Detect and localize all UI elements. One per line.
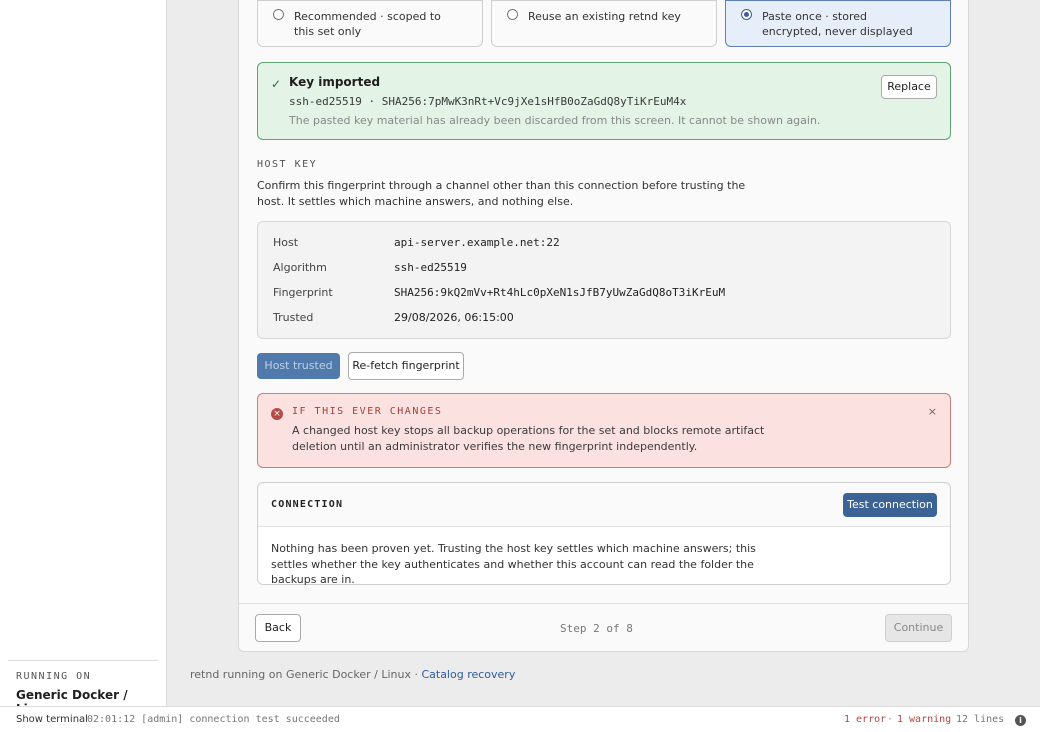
key-imported-note: The pasted key material has already been… [289, 114, 821, 127]
error-icon: × [271, 408, 283, 420]
alert-body: A changed host key stops all backup oper… [292, 424, 765, 453]
algorithm-value: ssh-ed25519 [394, 261, 467, 274]
key-option-recommended[interactable]: Recommended · scoped to this set only [257, 0, 483, 47]
connection-panel: CONNECTION Test connection Nothing has b… [257, 482, 951, 586]
step-indicator: Step 2 of 8 [560, 622, 633, 635]
error-count[interactable]: 1 error [844, 714, 886, 725]
trusted-value: 29/08/2026, 06:15:00 [394, 311, 514, 324]
continue-button[interactable]: Continue [885, 614, 952, 642]
back-button[interactable]: Back [255, 614, 301, 642]
connection-header: CONNECTION Test connection [258, 483, 950, 527]
alert-title: IF THIS EVER CHANGES [292, 406, 443, 417]
host-key-change-alert: × IF THIS EVER CHANGES A changed host ke… [257, 393, 951, 468]
host-key-section-label: HOST KEY [257, 159, 318, 170]
replace-button[interactable]: Replace [881, 75, 937, 99]
radio-button[interactable] [507, 9, 518, 20]
sidebar-divider [8, 660, 158, 661]
fingerprint-value: SHA256:9kQ2mVv+Rt4hLc0pXeN1sJfB7yUwZaGdQ… [394, 286, 726, 299]
test-connection-button[interactable]: Test connection [843, 493, 937, 517]
key-imported-banner: ✓ Key imported ssh-ed25519 · SHA256:7pMw… [257, 62, 951, 140]
host-key-description: Confirm this fingerprint through a chann… [257, 179, 746, 208]
connection-body: Nothing has been proven yet. Trusting th… [271, 542, 756, 586]
host-key-details: Host api-server.example.net:22 Algorithm… [257, 221, 951, 339]
run-status-text: retnd running on Generic Docker / Linux … [190, 668, 422, 681]
check-icon: ✓ [271, 77, 282, 91]
key-imported-title: Key imported [289, 75, 381, 89]
trusted-label: Trusted [273, 311, 314, 324]
key-option-paste[interactable]: Paste once · stored encrypted, never dis… [725, 0, 951, 47]
sidebar: RUNNING ON Generic Docker / Linux [0, 0, 167, 716]
key-option-label: Reuse an existing retnd key [528, 10, 681, 23]
connection-label: CONNECTION [271, 499, 344, 510]
catalog-recovery-link[interactable]: Catalog recovery [421, 668, 515, 681]
refetch-fingerprint-button[interactable]: Re-fetch fingerprint [348, 352, 464, 380]
key-fingerprint: ssh-ed25519 · SHA256:7pMwK3nRt+Vc9jXe1sH… [289, 95, 687, 108]
line-count: 12 lines [956, 714, 1005, 725]
key-option-label: Paste once · stored encrypted, never dis… [762, 10, 913, 38]
status-separator: · [887, 714, 894, 725]
warning-count[interactable]: 1 warning [897, 714, 951, 725]
run-status-line: retnd running on Generic Docker / Linux … [190, 668, 515, 681]
status-log: 02:01:12 [admin] connection test succeed… [87, 714, 340, 725]
status-bar: Show terminal 02:01:12 [admin] connectio… [0, 706, 1040, 732]
close-icon[interactable]: × [928, 405, 937, 418]
show-terminal-button[interactable]: Show terminal [16, 714, 88, 725]
key-option-reuse[interactable]: Reuse an existing retnd key [491, 0, 717, 47]
host-label: Host [273, 236, 299, 249]
running-on-label: RUNNING ON [16, 671, 92, 682]
radio-button[interactable] [273, 9, 284, 20]
key-option-label: Recommended · scoped to this set only [294, 10, 441, 38]
algorithm-label: Algorithm [273, 261, 327, 274]
info-icon[interactable]: i [1015, 715, 1026, 726]
host-value: api-server.example.net:22 [394, 236, 560, 249]
radio-button-selected[interactable] [741, 9, 752, 20]
host-trusted-button[interactable]: Host trusted [257, 353, 340, 379]
footer-divider [239, 603, 968, 604]
fingerprint-label: Fingerprint [273, 286, 333, 299]
